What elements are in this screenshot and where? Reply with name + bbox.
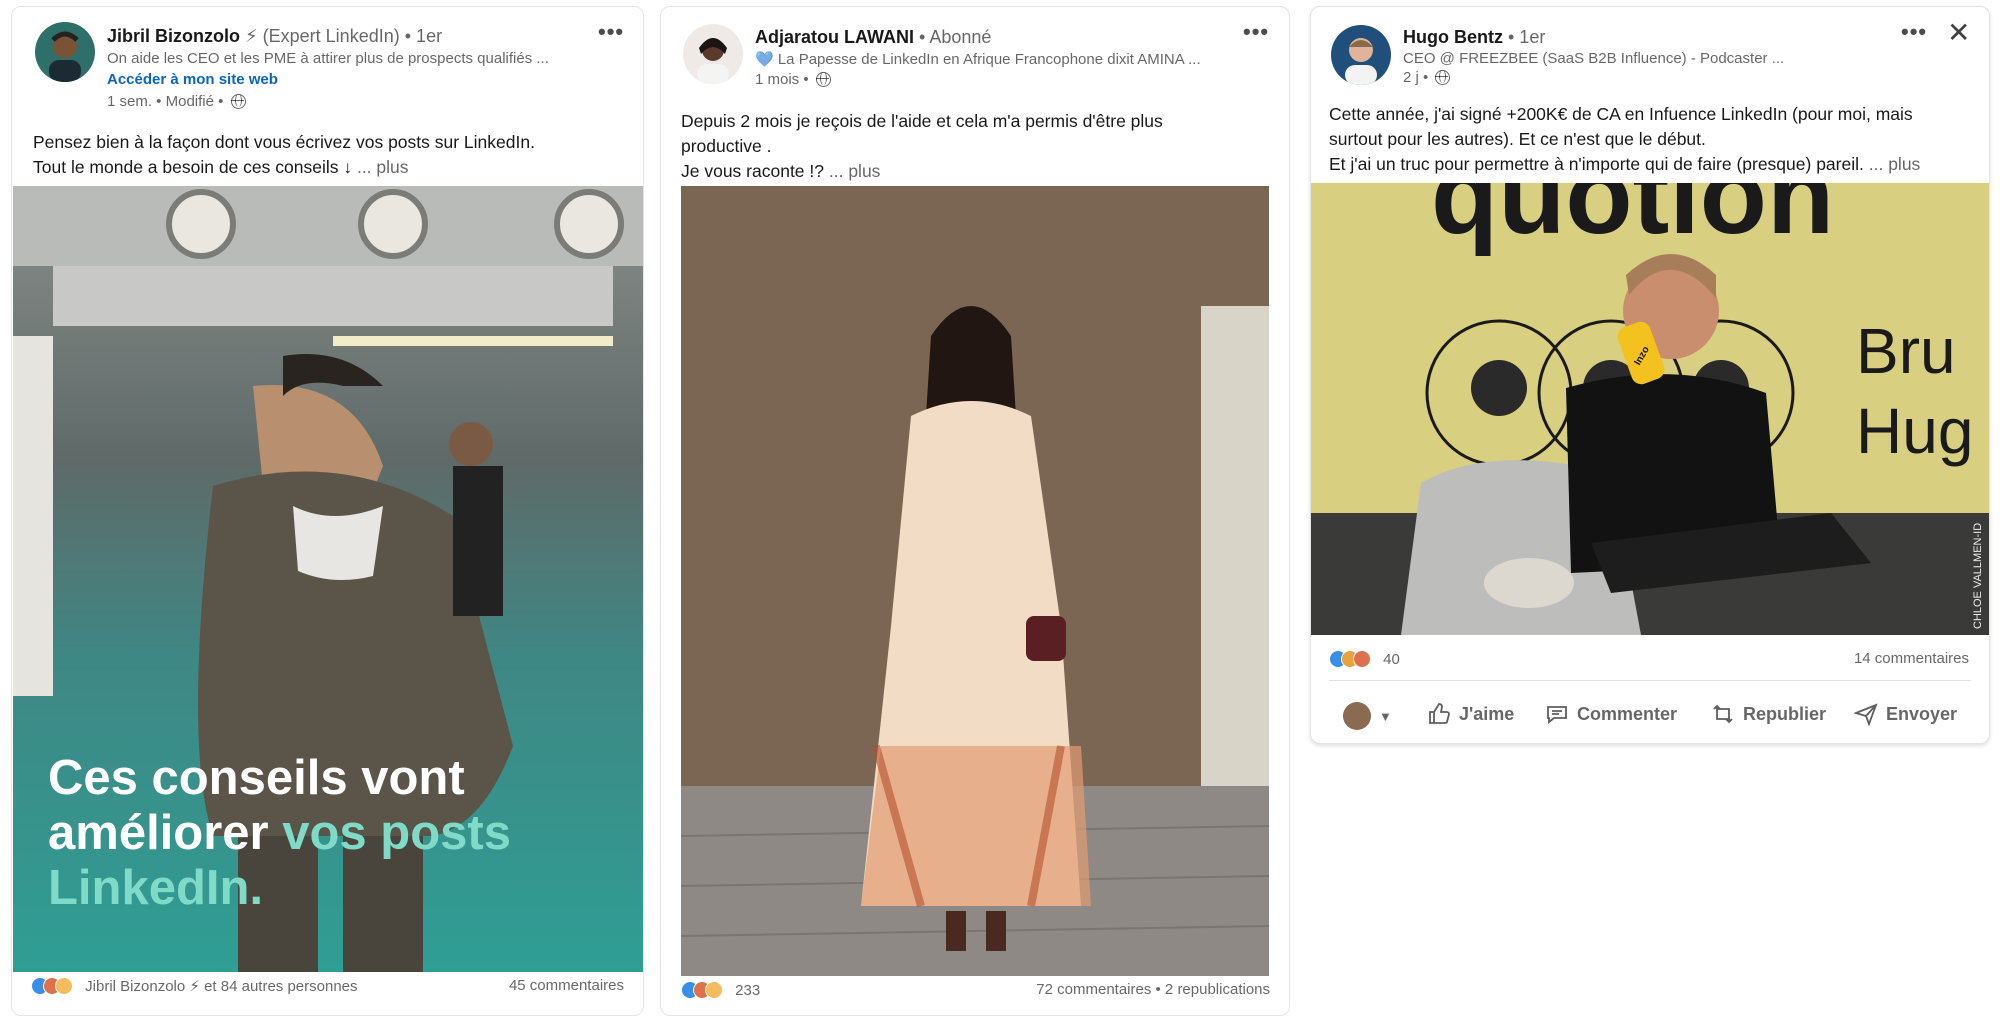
overlay-line: LinkedIn. xyxy=(48,861,264,915)
globe-icon xyxy=(230,94,246,109)
reaction-actor-selector[interactable]: ▼ xyxy=(1343,702,1392,730)
see-more-link[interactable]: ... plus xyxy=(1869,154,1921,174)
comments-count[interactable]: 14 commentaires xyxy=(1854,650,1969,667)
author-line[interactable]: Adjaratou LAWANI • Abonné xyxy=(755,27,991,48)
post-card: Adjaratou LAWANI • Abonné 💙 La Papesse d… xyxy=(660,6,1290,1016)
post-image[interactable]: quotion Bru Hug Inzo CHLOE VALLMEN-ID xyxy=(1311,183,1989,635)
reactions-summary[interactable]: 40 xyxy=(1329,650,1400,668)
overlay-accent: vos posts xyxy=(282,806,511,860)
overlay-line: Ces conseils vont xyxy=(48,751,465,805)
connection-degree: • 1er xyxy=(404,26,443,46)
more-options-icon[interactable]: ••• xyxy=(1901,21,1927,43)
actor-avatar-icon xyxy=(1343,702,1371,730)
post-text: Depuis 2 mois je reçois de l'aide et cel… xyxy=(681,109,1163,184)
reaction-icons xyxy=(1329,650,1379,668)
post-text: Cette année, j'ai signé +200K€ de CA en … xyxy=(1329,102,1920,177)
backdrop-word: quotion xyxy=(1431,183,1834,257)
photo-watermark: CHLOE VALLMEN-ID xyxy=(1972,523,1984,629)
author-name[interactable]: Hugo Bentz xyxy=(1403,27,1503,47)
comment-button-label: Commenter xyxy=(1577,703,1678,724)
see-more-link[interactable]: ... plus xyxy=(357,157,409,177)
post-meta: 1 sem. • Modifié • xyxy=(107,93,246,110)
post-time: 1 sem. • Modifié • xyxy=(107,93,224,110)
post-meta: 2 j • xyxy=(1403,69,1451,86)
post-time: 2 j • xyxy=(1403,69,1429,86)
follow-status: • Abonné xyxy=(919,27,992,47)
post-text-line: Depuis 2 mois je reçois de l'aide et cel… xyxy=(681,111,1163,131)
author-line[interactable]: Hugo Bentz • 1er xyxy=(1403,27,1545,48)
author-headline: CEO @ FREEZBEE (SaaS B2B Influence) - Po… xyxy=(1403,50,1785,67)
reaction-icons xyxy=(681,981,731,999)
like-button[interactable]: J'aime xyxy=(1427,702,1514,726)
post-text-line-with-more: Je vous raconte !? ... plus xyxy=(681,159,1163,184)
website-link[interactable]: Accéder à mon site web xyxy=(107,71,278,88)
post-card: Jibril Bizonzolo ⚡ (Expert LinkedIn) • 1… xyxy=(11,6,644,1016)
send-button[interactable]: Envoyer xyxy=(1854,702,1957,726)
divider xyxy=(1329,680,1971,681)
author-headline: On aide les CEO et les PME à attirer plu… xyxy=(107,50,549,67)
chevron-down-icon: ▼ xyxy=(1379,708,1392,724)
post-text-line: Et j'ai un truc pour permettre à n'impor… xyxy=(1329,154,1864,174)
thumbs-up-icon xyxy=(1429,703,1450,724)
overlay-plain: améliorer xyxy=(48,806,269,860)
connection-degree: • 1er xyxy=(1508,27,1546,47)
comment-button[interactable]: Commenter xyxy=(1545,702,1677,726)
post-text-line-with-more: Et j'ai un truc pour permettre à n'impor… xyxy=(1329,152,1920,177)
more-options-icon[interactable]: ••• xyxy=(1243,21,1269,43)
reactions-text: Jibril Bizonzolo ⚡ et 84 autres personne… xyxy=(85,978,358,995)
image-overlay-text: Ces conseils vont améliorer vos posts Li… xyxy=(48,751,511,916)
author-avatar[interactable] xyxy=(683,24,743,84)
reaction-icons xyxy=(31,977,81,995)
close-icon[interactable]: ✕ xyxy=(1947,19,1970,47)
post-text-line: productive . xyxy=(681,136,772,156)
comments-count[interactable]: 45 commentaires xyxy=(509,977,624,994)
post-text-line: Cette année, j'ai signé +200K€ de CA en … xyxy=(1329,104,1913,124)
repost-button[interactable]: Republier xyxy=(1711,702,1826,726)
post-text-line: Pensez bien à la façon dont vous écrivez… xyxy=(33,132,535,152)
author-suffix: ⚡ (Expert LinkedIn) xyxy=(245,26,400,46)
see-more-link[interactable]: ... plus xyxy=(829,161,881,181)
backdrop-name: Hug xyxy=(1856,395,1973,467)
post-time: 1 mois • xyxy=(755,71,809,88)
reactions-summary[interactable]: Jibril Bizonzolo ⚡ et 84 autres personne… xyxy=(31,977,358,995)
author-avatar[interactable] xyxy=(35,22,95,82)
comments-reposts-count[interactable]: 72 commentaires • 2 republications xyxy=(1036,981,1270,998)
support-reaction-icon xyxy=(705,981,723,999)
repost-button-label: Republier xyxy=(1743,703,1827,724)
post-card: Hugo Bentz • 1er CEO @ FREEZBEE (SaaS B2… xyxy=(1310,6,1990,744)
post-image[interactable] xyxy=(681,186,1269,976)
post-text: Pensez bien à la façon dont vous écrivez… xyxy=(33,130,535,180)
post-text-line: surtout pour les autres). Et ce n'est qu… xyxy=(1329,129,1706,149)
backdrop-name: Bru xyxy=(1856,315,1956,387)
globe-icon xyxy=(815,72,831,87)
reactions-count: 233 xyxy=(735,982,761,999)
globe-icon xyxy=(1435,70,1451,85)
reactions-summary[interactable]: 233 xyxy=(681,981,760,999)
support-reaction-icon xyxy=(55,977,73,995)
post-image[interactable]: Ces conseils vont améliorer vos posts Li… xyxy=(13,186,643,972)
send-icon xyxy=(1854,703,1878,726)
reactions-count: 40 xyxy=(1383,651,1400,668)
author-avatar[interactable] xyxy=(1331,25,1391,85)
author-name[interactable]: Jibril Bizonzolo xyxy=(107,26,240,46)
post-meta: 1 mois • xyxy=(755,71,831,88)
love-reaction-icon xyxy=(1353,650,1371,668)
repost-icon xyxy=(1713,704,1733,724)
author-name[interactable]: Adjaratou LAWANI xyxy=(755,27,914,47)
author-headline: 💙 La Papesse de LinkedIn en Afrique Fran… xyxy=(755,51,1201,68)
post-text-line: Je vous raconte !? xyxy=(681,161,824,181)
post-text-line-with-more: Tout le monde a besoin de ces conseils ↓… xyxy=(33,155,535,180)
author-line[interactable]: Jibril Bizonzolo ⚡ (Expert LinkedIn) • 1… xyxy=(107,26,442,47)
overlay-line: améliorer vos posts xyxy=(48,806,511,861)
post-text-line: Tout le monde a besoin de ces conseils ↓ xyxy=(33,157,353,177)
comment-icon xyxy=(1547,706,1567,724)
more-options-icon[interactable]: ••• xyxy=(598,21,624,43)
send-button-label: Envoyer xyxy=(1886,703,1958,724)
like-button-label: J'aime xyxy=(1459,703,1515,724)
